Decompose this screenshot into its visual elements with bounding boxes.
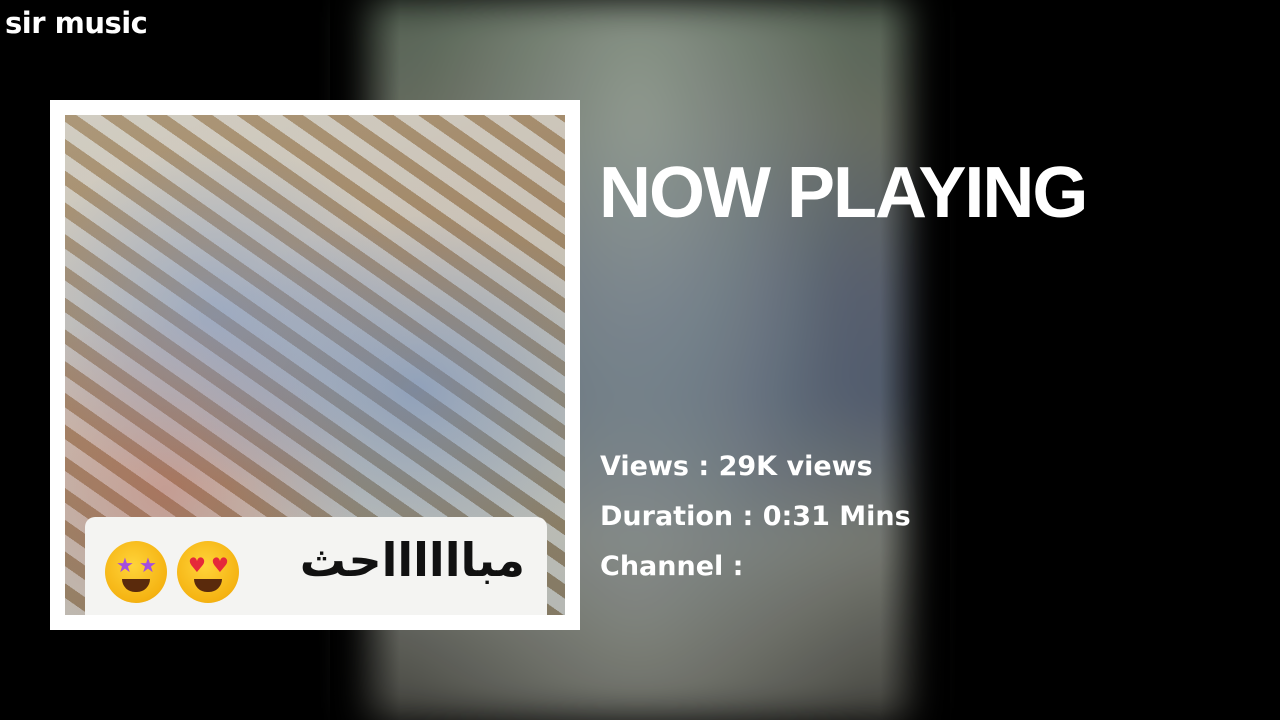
artwork-caption-text: مبااااااحث — [299, 533, 525, 587]
album-art-frame: ★ ★ ♥ ♥ مبااااااحث — [50, 100, 580, 630]
now-playing-heading: NOW PLAYING — [599, 153, 1088, 233]
channel-info: Channel : — [600, 551, 744, 582]
channel-brand: sir music — [5, 6, 148, 40]
background-fade-right — [880, 0, 950, 720]
duration-info: Duration : 0:31 Mins — [600, 501, 911, 532]
artwork-caption-box: ★ ★ ♥ ♥ مبااااااحث — [85, 517, 547, 615]
album-art: ★ ★ ♥ ♥ مبااااااحث — [65, 115, 565, 615]
views-info: Views : 29K views — [600, 451, 873, 482]
star-struck-emoji-icon: ★ ★ — [105, 541, 167, 603]
heart-eyes-emoji-icon: ♥ ♥ — [177, 541, 239, 603]
now-playing-screen: sir music ★ ★ ♥ ♥ مبااااااحث NOW PLAYING… — [0, 0, 1280, 720]
